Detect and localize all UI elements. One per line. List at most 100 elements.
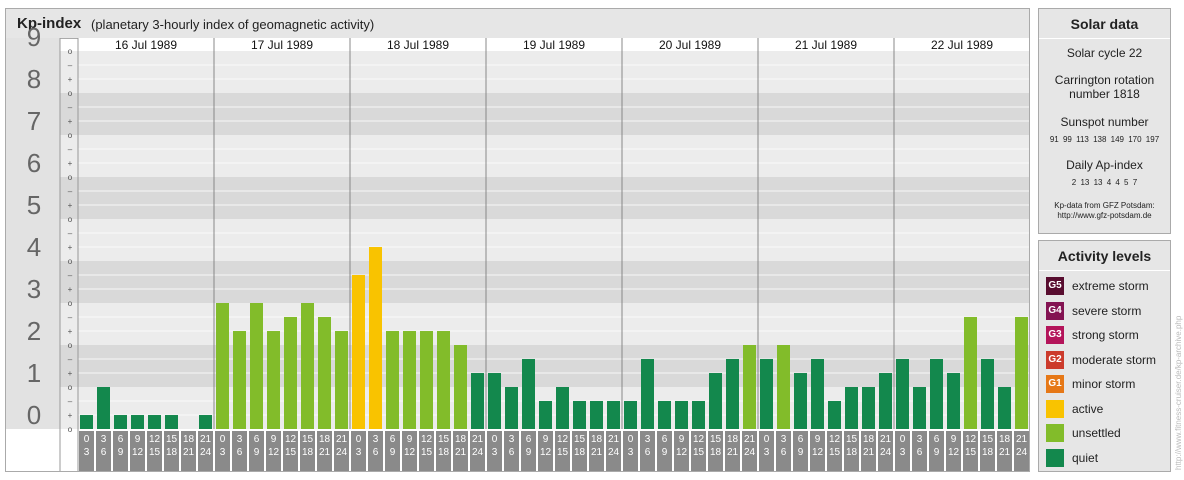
interval-end-label: 18 xyxy=(710,447,722,458)
kp-bar xyxy=(369,247,382,429)
interval-start-label: 18 xyxy=(591,434,603,445)
kp-bar xyxy=(233,331,246,429)
kp-bar xyxy=(250,303,263,429)
kp-bar xyxy=(760,358,773,429)
kp-bar xyxy=(777,345,790,429)
minor-tick-label: + xyxy=(68,75,73,84)
kp-bar xyxy=(403,331,416,429)
kp-bar xyxy=(607,400,620,429)
interval-end-label: 24 xyxy=(1016,447,1028,458)
interval-end-label: 24 xyxy=(336,447,348,458)
interval-end-label: 15 xyxy=(421,447,433,458)
interval-start-label: 0 xyxy=(628,434,634,445)
interval-start-label: 18 xyxy=(727,434,739,445)
minor-tick-label: + xyxy=(68,369,73,378)
interval-end-label: 6 xyxy=(373,447,379,458)
kp-bar xyxy=(471,373,484,429)
minor-tick-label: – xyxy=(68,187,73,196)
kp-bar xyxy=(641,358,654,429)
kp-bar xyxy=(675,400,688,429)
interval-start-label: 12 xyxy=(149,434,161,445)
interval-end-label: 21 xyxy=(999,447,1011,458)
minor-tick-label: o xyxy=(68,173,73,182)
interval-end-label: 12 xyxy=(676,447,688,458)
interval-end-label: 3 xyxy=(492,447,498,458)
y-tick-label: 9 xyxy=(27,22,41,52)
minor-tick-label: o xyxy=(68,257,73,266)
interval-start-label: 6 xyxy=(118,434,124,445)
kp-bar xyxy=(947,373,960,429)
interval-end-label: 24 xyxy=(880,447,892,458)
kp-bar xyxy=(1015,316,1028,429)
kp-bar xyxy=(301,303,314,429)
activity-levels-title: Activity levels xyxy=(1039,241,1170,271)
interval-start-label: 18 xyxy=(455,434,467,445)
minor-tick-label: – xyxy=(68,313,73,322)
kp-bar xyxy=(539,400,552,429)
kp-bar xyxy=(216,303,229,429)
kp-bar xyxy=(352,274,365,429)
kp-bar xyxy=(981,358,994,429)
y-tick-label: 0 xyxy=(27,400,41,430)
minor-tick-label: + xyxy=(68,327,73,336)
minor-tick-label: + xyxy=(68,285,73,294)
interval-start-label: 21 xyxy=(608,434,620,445)
legend-label: active xyxy=(1072,401,1104,416)
kp-bar xyxy=(165,415,178,429)
interval-start-label: 12 xyxy=(285,434,297,445)
day-label: 16 Jul 1989 xyxy=(115,38,177,52)
ap-index-values: 2 13 13 4 4 5 7 xyxy=(1071,178,1138,187)
carrington-rotation-line2: number 1818 xyxy=(1069,87,1140,101)
kp-bar xyxy=(794,373,807,429)
interval-end-label: 6 xyxy=(645,447,651,458)
minor-tick-label: – xyxy=(68,145,73,154)
minor-tick-label: – xyxy=(68,271,73,280)
minor-tick-label: o xyxy=(68,131,73,140)
interval-start-label: 9 xyxy=(135,434,141,445)
interval-start-label: 3 xyxy=(101,434,107,445)
day-label: 22 Jul 1989 xyxy=(931,38,993,52)
interval-end-label: 6 xyxy=(237,447,243,458)
legend-swatch: G2 xyxy=(1046,350,1064,369)
interval-end-label: 12 xyxy=(132,447,144,458)
y-tick-label: 8 xyxy=(27,64,41,94)
kp-bar xyxy=(624,400,637,429)
kp-bar xyxy=(726,358,739,429)
minor-tick-label: – xyxy=(68,397,73,406)
interval-start-label: 9 xyxy=(407,434,413,445)
interval-start-label: 18 xyxy=(183,434,195,445)
kp-bar xyxy=(131,415,144,429)
kp-bar xyxy=(505,387,518,429)
legend-swatch xyxy=(1046,448,1064,467)
kp-bar xyxy=(845,387,858,429)
interval-end-label: 15 xyxy=(965,447,977,458)
interval-start-label: 18 xyxy=(999,434,1011,445)
interval-end-label: 9 xyxy=(662,447,668,458)
interval-start-label: 12 xyxy=(965,434,977,445)
sunspot-values: 91 99 113 138 149 170 197 xyxy=(1049,135,1160,144)
day-label: 18 Jul 1989 xyxy=(387,38,449,52)
interval-end-label: 24 xyxy=(472,447,484,458)
kp-bar xyxy=(80,415,93,429)
legend-label: quiet xyxy=(1072,450,1099,465)
interval-end-label: 24 xyxy=(744,447,756,458)
y-tick-label: 1 xyxy=(27,358,41,388)
kp-bar xyxy=(692,400,705,429)
interval-start-label: 3 xyxy=(917,434,923,445)
interval-end-label: 18 xyxy=(846,447,858,458)
kp-band xyxy=(6,177,1029,219)
kp-bar xyxy=(97,387,110,429)
interval-start-label: 0 xyxy=(220,434,226,445)
minor-tick-label: – xyxy=(68,229,73,238)
interval-end-label: 9 xyxy=(390,447,396,458)
y-tick-label: 2 xyxy=(27,316,41,346)
kp-bar xyxy=(658,400,671,429)
interval-end-label: 3 xyxy=(356,447,362,458)
interval-start-label: 3 xyxy=(645,434,651,445)
kp-bar xyxy=(488,373,501,429)
day-label: 20 Jul 1989 xyxy=(659,38,721,52)
minor-tick-label: o xyxy=(68,47,73,56)
day-label: 19 Jul 1989 xyxy=(523,38,585,52)
kp-bar xyxy=(709,373,722,429)
kp-bar xyxy=(896,358,909,429)
